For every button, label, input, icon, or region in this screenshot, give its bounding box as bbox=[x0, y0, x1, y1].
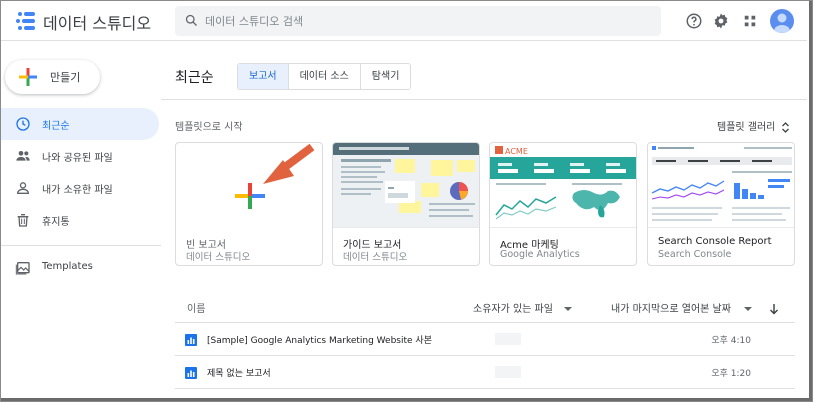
tab-reports[interactable]: 보고서 bbox=[238, 64, 289, 89]
template-gallery-toggle[interactable]: 템플릿 갤러리 bbox=[717, 118, 790, 133]
trash-icon bbox=[17, 214, 29, 227]
template-title: Search Console Report bbox=[658, 236, 772, 247]
file-name: [Sample] Google Analytics Marketing Webs… bbox=[207, 336, 432, 346]
apps-grid-icon[interactable] bbox=[741, 12, 759, 30]
sidebar-item-label: 휴지통 bbox=[42, 217, 70, 228]
table-row[interactable]: 제목 없는 보고서 오후 1:20 bbox=[175, 356, 795, 389]
template-thumbnail: ACME bbox=[490, 143, 636, 228]
search-bar[interactable] bbox=[175, 6, 661, 36]
arrow-icon bbox=[263, 143, 315, 184]
template-thumbnail bbox=[333, 143, 479, 228]
create-button-label: 만들기 bbox=[50, 71, 81, 84]
acme-logo-text: ACME bbox=[505, 147, 528, 156]
report-icon bbox=[185, 367, 197, 379]
owner-filter-label: 소유자가 있는 파일 bbox=[473, 304, 553, 315]
acme-report-preview: ACME bbox=[490, 143, 636, 220]
template-gallery-label: 템플릿 갤러리 bbox=[717, 122, 776, 133]
sort-dropdown[interactable]: 내가 마지막으로 열어본 날짜 bbox=[611, 300, 779, 315]
sidebar-item-label: 나와 공유된 파일 bbox=[42, 153, 113, 164]
sort-direction-arrow-icon[interactable] bbox=[769, 303, 779, 315]
main-divider bbox=[161, 99, 807, 100]
sidebar-item-shared[interactable]: 나와 공유된 파일 bbox=[1, 140, 159, 172]
help-icon[interactable] bbox=[685, 12, 703, 30]
template-thumbnail bbox=[648, 143, 794, 228]
owner-redacted bbox=[495, 333, 521, 345]
template-subtitle: 데이터 스튜디오 bbox=[186, 252, 251, 263]
tab-group: 보고서 데이터 소스 탐색기 bbox=[237, 63, 412, 90]
create-button[interactable]: 만들기 bbox=[5, 60, 100, 94]
person-icon bbox=[16, 182, 30, 194]
template-card-search-console[interactable]: Search Console Report Search Console bbox=[647, 142, 795, 266]
unfold-icon bbox=[781, 121, 789, 133]
file-name: 제목 없는 보고서 bbox=[207, 369, 271, 379]
sidebar-item-label: 최근순 bbox=[42, 121, 70, 132]
last-opened-time: 오후 1:20 bbox=[711, 369, 751, 379]
sort-label: 내가 마지막으로 열어본 날짜 bbox=[611, 304, 731, 315]
settings-icon[interactable] bbox=[712, 12, 730, 30]
owner-redacted bbox=[495, 366, 521, 378]
tab-explorer[interactable]: 탐색기 bbox=[360, 64, 411, 89]
page-title: 최근순 bbox=[175, 70, 214, 86]
blank-report-plus-icon bbox=[235, 143, 315, 209]
people-icon bbox=[16, 151, 30, 161]
search-icon bbox=[185, 14, 197, 26]
guide-report-preview bbox=[333, 143, 479, 217]
person-avatar-icon bbox=[774, 13, 790, 33]
sidebar-item-trash[interactable]: 휴지통 bbox=[1, 204, 159, 236]
last-opened-time: 오후 4:10 bbox=[711, 336, 751, 346]
template-subtitle: 데이터 스튜디오 bbox=[343, 252, 408, 263]
app-window: 데이터 스튜디오 데이터 스튜디오 검색 만들기 최근순 나와 공유된 파일 내… bbox=[0, 0, 813, 402]
dropdown-arrow-icon bbox=[564, 307, 573, 311]
sidebar-item-label: Templates bbox=[42, 261, 93, 272]
template-subtitle: Google Analytics bbox=[500, 249, 580, 260]
sidebar-item-owned[interactable]: 내가 소유한 파일 bbox=[1, 172, 159, 204]
column-name[interactable]: 이름 bbox=[187, 300, 205, 315]
plus-icon bbox=[19, 68, 37, 86]
account-avatar[interactable] bbox=[770, 9, 794, 33]
sidebar-item-recent[interactable]: 최근순 bbox=[1, 108, 159, 140]
search-console-report-preview bbox=[648, 143, 794, 221]
top-bar: 데이터 스튜디오 bbox=[1, 1, 807, 41]
table-row[interactable]: [Sample] Google Analytics Marketing Webs… bbox=[175, 323, 795, 356]
template-subtitle: Search Console bbox=[658, 249, 732, 260]
app-title[interactable]: 데이터 스튜디오 bbox=[43, 10, 151, 34]
template-card-guide[interactable]: 가이드 보고서 데이터 스튜디오 bbox=[332, 142, 480, 266]
templates-icon bbox=[15, 262, 30, 275]
clock-icon bbox=[16, 117, 30, 131]
template-card-acme[interactable]: ACME Acme 마케팅 Google Analytics bbox=[489, 142, 637, 266]
file-list-header: 이름 소유자가 있는 파일 내가 마지막으로 열어본 날짜 bbox=[175, 297, 795, 323]
tab-data-sources[interactable]: 데이터 소스 bbox=[288, 64, 361, 89]
template-card-blank[interactable]: 빈 보고서 데이터 스튜디오 bbox=[175, 142, 323, 266]
dropdown-arrow-icon bbox=[744, 307, 753, 311]
template-thumbnail bbox=[176, 143, 322, 228]
sidebar-item-templates[interactable]: Templates bbox=[1, 252, 159, 284]
templates-heading: 템플릿으로 시작 bbox=[175, 122, 243, 133]
sidebar-divider bbox=[1, 245, 161, 246]
report-icon bbox=[185, 334, 197, 346]
data-studio-logo-icon[interactable] bbox=[15, 10, 37, 32]
search-input[interactable] bbox=[205, 12, 645, 30]
sidebar-item-label: 내가 소유한 파일 bbox=[42, 185, 113, 196]
owner-filter-dropdown[interactable]: 소유자가 있는 파일 bbox=[473, 300, 573, 315]
